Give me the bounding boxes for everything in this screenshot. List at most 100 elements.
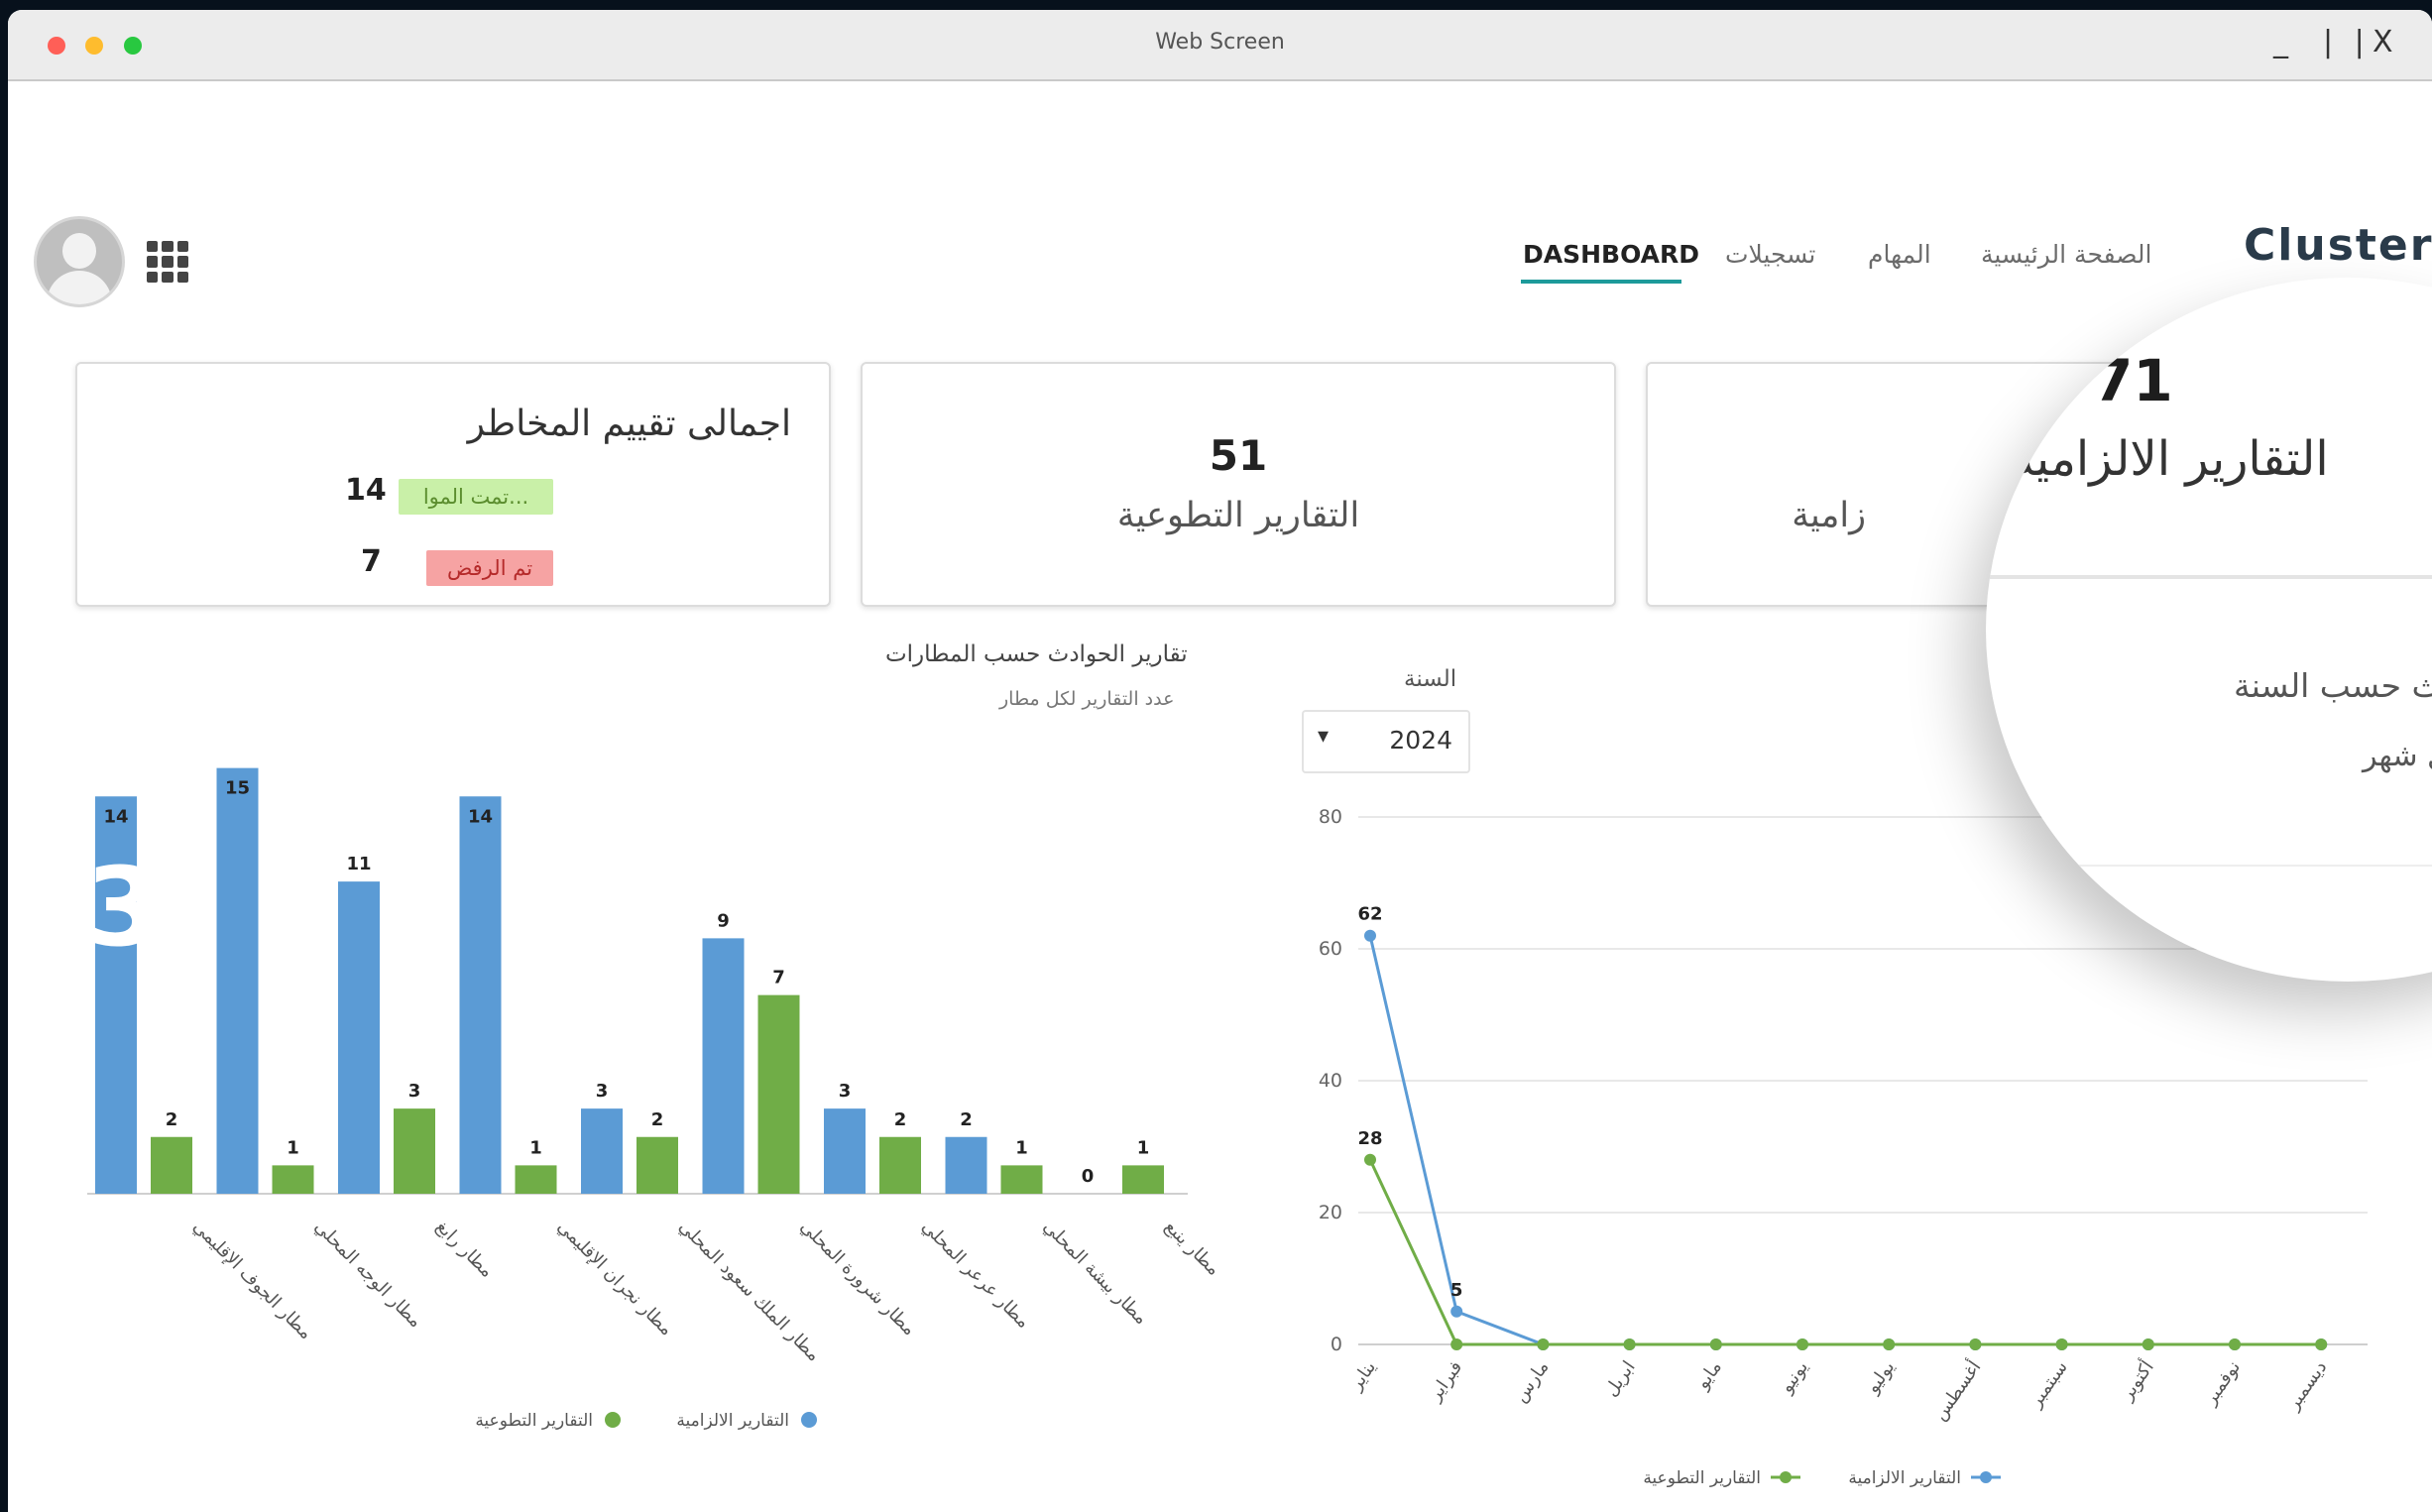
line-point	[1709, 1338, 1722, 1350]
y-tick-label: 20	[1319, 1202, 1342, 1223]
bar-value-label: 3	[839, 1081, 852, 1102]
legend-mandatory-marker	[1980, 1471, 1992, 1483]
airport-axis-label: مطار رابغ	[431, 1217, 497, 1282]
line-series-voluntary	[1368, 1159, 2322, 1346]
bar-value-label: 0	[1082, 1166, 1095, 1187]
bar-mandatory-1	[216, 767, 259, 1194]
line-point	[2142, 1338, 2154, 1350]
voluntary-count: 51	[1209, 431, 1268, 480]
close-button[interactable]: X	[2373, 26, 2393, 59]
month-axis-label: أكتوبر	[2115, 1356, 2158, 1405]
avatar-head-shape	[62, 233, 96, 269]
legend-voluntary-label: التقارير التطوعية	[1643, 1468, 1761, 1488]
line-point	[2055, 1338, 2068, 1350]
airport-axis-label: مطار ينبع	[1160, 1217, 1217, 1280]
browser-window: Web Screen _ | | X DASHBOARD تسجيلات الم…	[8, 10, 2432, 1512]
avatar-body-shape	[47, 271, 112, 304]
year-filter-label: السنة	[1404, 666, 1457, 692]
y-tick-label: 80	[1319, 806, 1342, 828]
bar-value-label: 2	[166, 1109, 178, 1130]
month-axis-label: يونيو	[1776, 1357, 1812, 1398]
bar-voluntary-8	[1122, 1165, 1164, 1194]
bar-value-label: 11	[346, 854, 371, 874]
month-axis-label: مارس	[1510, 1357, 1553, 1407]
bar-mandatory-6	[824, 1108, 866, 1194]
line-point	[1623, 1338, 1636, 1350]
bar-mandatory-3	[459, 796, 502, 1194]
airports-bar-chart: 14 2 مطار الجوف الإقليمي 15 1 مطار الوجه المح…	[87, 767, 1217, 1431]
line-point	[1450, 1338, 1463, 1350]
mandatory-label-partial: زامية	[1792, 496, 1866, 535]
y-tick-label: 40	[1319, 1070, 1342, 1092]
bar-value-label: 1	[1015, 1137, 1028, 1158]
bar-value-label: 3	[596, 1081, 609, 1102]
month-axis-label: نوفمبر	[2199, 1357, 2245, 1410]
year-select[interactable]: ▾ 2024	[1302, 710, 1470, 773]
yearly-chart-subtitle-zoomed: لكل شهر	[2363, 739, 2432, 773]
minimize-button[interactable]: _	[2273, 26, 2288, 59]
voluntary-reports-card[interactable]: 51 التقارير التطوعية	[861, 362, 1616, 607]
month-axis-label: ديسمبر	[2282, 1357, 2331, 1415]
month-axis-label: ابريل	[1600, 1357, 1639, 1401]
airport-axis-label: مطار الوجه المحلي	[310, 1217, 426, 1333]
brand-logo[interactable]: Cluster2	[2244, 220, 2432, 271]
legend-voluntary-dot	[605, 1412, 621, 1428]
bar-voluntary-1	[272, 1165, 314, 1194]
airport-axis-label: مطار عرعر المحلي	[917, 1217, 1033, 1333]
nav-dashboard[interactable]: DASHBOARD	[1523, 240, 1699, 269]
approved-badge: تمت الموا...	[399, 479, 553, 515]
month-axis-label: أغسطس	[1928, 1356, 1986, 1425]
user-avatar[interactable]	[34, 216, 125, 307]
risk-assessment-card[interactable]: اجمالى تقييم المخاطر 14 تمت الموا... 7 ت…	[75, 362, 831, 607]
title-bar: Web Screen _ | | X	[8, 10, 2432, 81]
airports-chart-title: تقارير الحوادث حسب المطارات	[885, 641, 1188, 667]
maximize-button[interactable]: | |	[2323, 26, 2371, 59]
bar-mandatory-4	[581, 1108, 623, 1194]
line-value-label: 28	[1357, 1128, 1382, 1149]
month-axis-label: فبراير	[1424, 1357, 1466, 1406]
line-series-mandatory	[1368, 935, 2322, 1346]
airport-axis-label: مطار نجران الإقليمي	[553, 1217, 677, 1340]
line-value-label: 62	[1357, 904, 1382, 925]
bar-voluntary-6	[879, 1136, 921, 1194]
rejected-badge: تم الرفض	[426, 550, 553, 586]
bar-mandatory-2	[338, 881, 380, 1194]
yearly-chart-title-zoomed: الحوادث حسب السنة	[2234, 666, 2432, 705]
line-point	[2315, 1338, 2328, 1350]
line-point	[1450, 1305, 1463, 1318]
bar-voluntary-4	[637, 1136, 678, 1194]
year-select-value: 2024	[1389, 726, 1452, 755]
bar-value-label: 14	[468, 806, 493, 827]
nav-registrations[interactable]: تسجيلات	[1725, 240, 1815, 269]
bar-value-label: 1	[1137, 1137, 1150, 1158]
bar-value-label: 9	[717, 910, 730, 931]
line-point	[1364, 929, 1376, 942]
apps-grid-icon[interactable]	[147, 241, 188, 283]
bar-voluntary-2	[394, 1108, 435, 1194]
nav-active-indicator	[1521, 280, 1681, 284]
rejected-count: 7	[361, 544, 382, 579]
overlay-artifact: 3	[85, 853, 155, 962]
legend-mandatory-label: التقارير الالزامية	[1848, 1468, 1961, 1488]
bar-mandatory-7	[945, 1136, 987, 1194]
bar-value-label: 14	[103, 806, 128, 827]
legend-voluntary-label: التقارير التطوعية	[475, 1411, 593, 1431]
bar-voluntary-3	[515, 1165, 557, 1194]
bar-value-label: 3	[408, 1081, 421, 1102]
line-point	[1796, 1338, 1808, 1350]
approved-count: 14	[345, 473, 387, 508]
line-point	[1969, 1338, 1982, 1350]
nav-tasks[interactable]: المهام	[1868, 240, 1931, 269]
bar-value-label: 1	[287, 1137, 299, 1158]
caret-down-icon: ▾	[1318, 724, 1330, 749]
line-point	[1883, 1338, 1896, 1350]
airport-axis-label: مطار بيشة المحلي	[1039, 1217, 1152, 1330]
line-value-label: 5	[1450, 1280, 1463, 1301]
nav-home[interactable]: الصفحة الرئيسية	[1981, 240, 2152, 269]
bar-value-label: 2	[651, 1109, 664, 1130]
month-axis-label: سبتمبر	[2025, 1357, 2071, 1412]
mandatory-count-zoomed: 71	[2093, 347, 2173, 414]
mandatory-label-zoomed: التقارير الالزامية	[2011, 431, 2329, 487]
month-axis-label: مايو	[1691, 1357, 1726, 1394]
bar-voluntary-0	[151, 1136, 192, 1194]
